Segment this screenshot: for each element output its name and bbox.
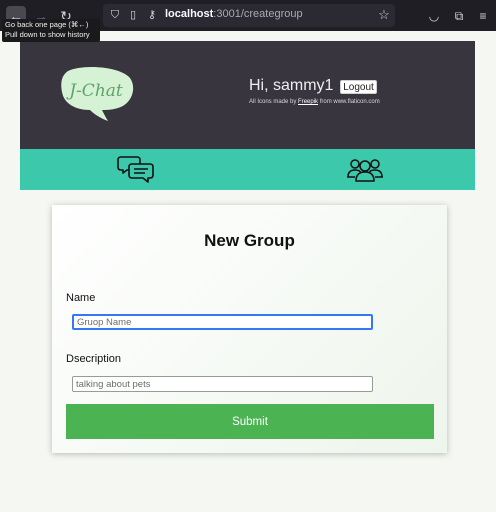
submit-button[interactable]: Submit [66,404,434,439]
icon-credit: All Icons made by Freepik from www.flati… [249,99,380,105]
menu-icon[interactable]: ≡ [474,6,492,26]
tooltip-line: Pull down to show history [5,30,90,39]
extensions-icon[interactable]: ⧉ [450,6,468,26]
new-group-card: New Group Name Dsecription Submit [52,205,447,453]
logo-text: J-Chat [66,81,123,101]
freepik-link[interactable]: Freepik [298,99,318,105]
name-label: Name [66,292,96,304]
description-input[interactable] [72,376,373,392]
app-header: J-Chat Hi, sammy1 Logout All Icons made … [20,41,475,149]
j-chat-logo: J-Chat [61,66,134,121]
address-bar[interactable]: ⛉ ▯ ⚷ localhost:3001/creategroup ☆ [103,4,395,27]
page-icon[interactable]: ▯ [126,7,140,23]
pocket-icon[interactable]: ◡ [425,6,443,26]
greeting-text: Hi, sammy1 [249,77,334,94]
logout-button[interactable]: Logout [340,80,377,94]
credit-suffix: from www.flaticon.com [318,99,380,105]
url-host: localhost [165,8,214,20]
key-icon[interactable]: ⚷ [145,7,159,23]
nav-icon-bar [20,149,475,190]
url-path: :3001/creategroup [213,8,303,20]
url-text[interactable]: localhost:3001/creategroup [165,8,303,20]
description-label: Dsecription [66,353,122,365]
back-button-tooltip: Go back one page (⌘←) Pull down to show … [2,19,100,42]
bookmark-star-icon[interactable]: ☆ [377,7,391,23]
shield-icon[interactable]: ⛉ [108,7,122,23]
credit-prefix: All Icons made by [249,99,299,105]
chats-icon[interactable] [117,154,155,184]
tooltip-line: Go back one page (⌘←) [5,20,89,29]
groups-icon[interactable] [346,154,384,184]
page-title: New Group [204,231,295,250]
group-name-input[interactable] [72,314,373,330]
